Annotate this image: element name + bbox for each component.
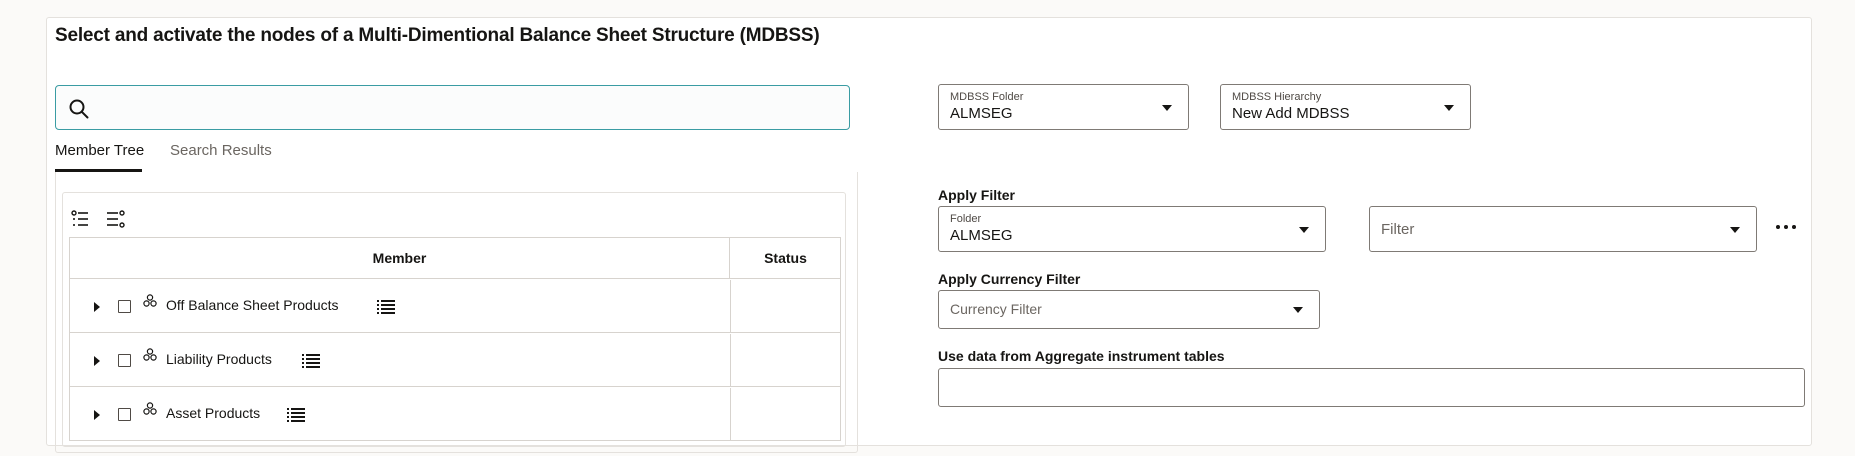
hierarchy-node-icon [143,402,157,415]
search-input[interactable] [100,92,840,124]
grid-header: Member Status [70,238,840,279]
table-row[interactable]: Off Balance Sheet Products [70,280,840,333]
column-header-member[interactable]: Member [70,238,730,279]
list-view-icon[interactable] [286,406,306,422]
main-card: Select and activate the nodes of a Multi… [46,17,1812,453]
expand-all-icon[interactable] [69,207,93,231]
tab-member-tree[interactable]: Member Tree [55,136,144,172]
mdbss-folder-label: MDBSS Folder [950,91,1024,103]
hierarchy-node-icon [143,294,157,307]
chevron-down-icon [1730,227,1740,233]
currency-filter-placeholder: Currency Filter [950,301,1042,317]
apply-filter-label: Apply Filter [938,187,1016,203]
column-header-status[interactable]: Status [731,238,840,279]
chevron-down-icon [1299,227,1309,233]
row-checkbox[interactable] [118,354,131,367]
filter-select[interactable]: Filter [1369,206,1757,252]
chevron-down-icon [1444,105,1454,111]
status-cell-divider [730,388,731,441]
status-cell-divider [730,280,731,333]
expand-icon[interactable] [92,301,102,313]
collapse-all-icon[interactable] [103,207,127,231]
table-row[interactable]: Liability Products [70,334,840,387]
mdbss-hierarchy-select[interactable]: MDBSS Hierarchy New Add MDBSS [1220,84,1471,130]
chevron-down-icon [1162,105,1172,111]
table-row[interactable]: Asset Products [70,388,840,441]
filter-folder-value: ALMSEG [950,227,1013,244]
filter-folder-label: Folder [950,213,982,225]
aggregate-tables-field[interactable] [938,368,1805,407]
aggregate-tables-label: Use data from Aggregate instrument table… [938,348,1225,364]
mdbss-folder-value: ALMSEG [950,105,1013,122]
row-checkbox[interactable] [118,408,131,421]
tab-search-results[interactable]: Search Results [170,136,272,172]
member-grid: Member Status Off Balance Sheet Products [69,237,841,441]
search-box[interactable] [55,85,850,130]
member-tree-container: Member Status Off Balance Sheet Products [62,192,846,447]
hierarchy-node-icon [143,348,157,361]
apply-currency-filter-label: Apply Currency Filter [938,271,1081,287]
list-view-icon[interactable] [301,352,321,368]
filter-folder-select[interactable]: Folder ALMSEG [938,206,1326,252]
member-label: Liability Products [166,351,272,367]
page-title: Select and activate the nodes of a Multi… [55,25,820,46]
mdbss-hierarchy-value: New Add MDBSS [1232,105,1350,122]
member-label: Asset Products [166,405,261,421]
more-options-icon[interactable] [1775,222,1797,232]
chevron-down-icon [1293,307,1303,313]
row-checkbox[interactable] [118,300,131,313]
mdbss-hierarchy-label: MDBSS Hierarchy [1232,91,1322,103]
expand-icon[interactable] [92,409,102,421]
expand-icon[interactable] [92,355,102,367]
status-cell-divider [730,334,731,387]
member-label: Off Balance Sheet Products [166,297,339,313]
currency-filter-select[interactable]: Currency Filter [938,290,1320,329]
search-icon [69,99,89,119]
mdbss-folder-select[interactable]: MDBSS Folder ALMSEG [938,84,1189,130]
member-tree-panel: Member Status Off Balance Sheet Products [55,172,858,453]
filter-placeholder: Filter [1381,221,1415,238]
list-view-icon[interactable] [376,298,396,314]
